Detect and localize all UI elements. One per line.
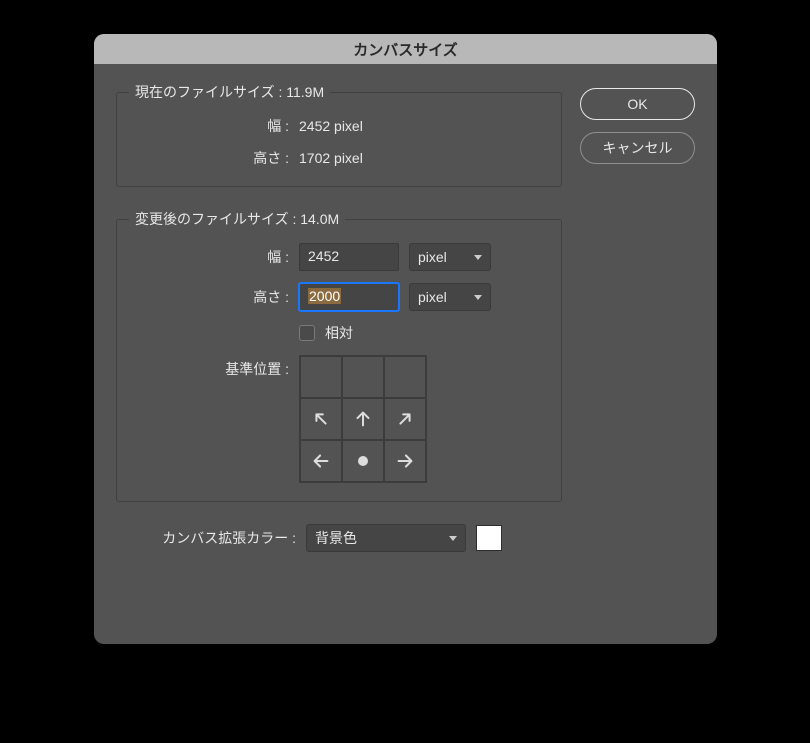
- anchor-bottom-center[interactable]: [342, 440, 384, 482]
- chevron-down-icon: [474, 255, 482, 260]
- width-input[interactable]: 2452: [299, 243, 399, 271]
- height-unit-select[interactable]: pixel: [409, 283, 491, 311]
- current-size-group: 現在のファイルサイズ : 11.9M 幅 : 2452 pixel 高さ : 1…: [116, 82, 562, 187]
- cancel-button[interactable]: キャンセル: [580, 132, 695, 164]
- chevron-down-icon: [449, 536, 457, 541]
- extension-color-swatch[interactable]: [476, 525, 502, 551]
- current-height-value: 1702 pixel: [299, 150, 363, 166]
- anchor-center-up[interactable]: [342, 398, 384, 440]
- arrow-up-right-icon: [394, 408, 416, 430]
- arrow-up-left-icon: [310, 408, 332, 430]
- arrow-right-icon: [394, 450, 416, 472]
- height-unit-value: pixel: [418, 289, 447, 305]
- anchor-grid: [299, 355, 427, 483]
- arrow-left-icon: [310, 450, 332, 472]
- chevron-down-icon: [474, 295, 482, 300]
- new-size-group: 変更後のファイルサイズ : 14.0M 幅 : 2452 pixel 高さ : …: [116, 209, 562, 502]
- relative-checkbox[interactable]: [299, 325, 315, 341]
- anchor-bottom-right[interactable]: [384, 440, 426, 482]
- new-width-label: 幅 :: [129, 247, 289, 267]
- anchor-top-left[interactable]: [300, 356, 342, 398]
- new-height-label: 高さ :: [129, 287, 289, 307]
- dialog-content: 現在のファイルサイズ : 11.9M 幅 : 2452 pixel 高さ : 1…: [94, 64, 717, 570]
- anchor-dot-icon: [358, 456, 368, 466]
- relative-label: 相対: [325, 323, 353, 343]
- extension-color-select[interactable]: 背景色: [306, 524, 466, 552]
- anchor-right-up[interactable]: [384, 398, 426, 440]
- anchor-top[interactable]: [342, 356, 384, 398]
- new-size-legend: 変更後のファイルサイズ : 14.0M: [129, 209, 345, 229]
- current-size-legend: 現在のファイルサイズ : 11.9M: [129, 82, 330, 102]
- ok-button[interactable]: OK: [580, 88, 695, 120]
- current-width-label: 幅 :: [129, 116, 289, 136]
- arrow-up-icon: [352, 408, 374, 430]
- width-unit-select[interactable]: pixel: [409, 243, 491, 271]
- canvas-size-dialog: カンバスサイズ 現在のファイルサイズ : 11.9M 幅 : 2452 pixe…: [94, 34, 717, 644]
- anchor-top-right[interactable]: [384, 356, 426, 398]
- anchor-left[interactable]: [300, 398, 342, 440]
- extension-color-value: 背景色: [315, 528, 357, 548]
- current-height-label: 高さ :: [129, 148, 289, 168]
- anchor-label: 基準位置 :: [129, 355, 289, 379]
- current-width-value: 2452 pixel: [299, 118, 363, 134]
- width-unit-value: pixel: [418, 249, 447, 265]
- height-input[interactable]: 2000: [299, 283, 399, 311]
- dialog-title: カンバスサイズ: [94, 34, 717, 64]
- anchor-bottom-left[interactable]: [300, 440, 342, 482]
- extension-color-label: カンバス拡張カラー :: [116, 528, 296, 548]
